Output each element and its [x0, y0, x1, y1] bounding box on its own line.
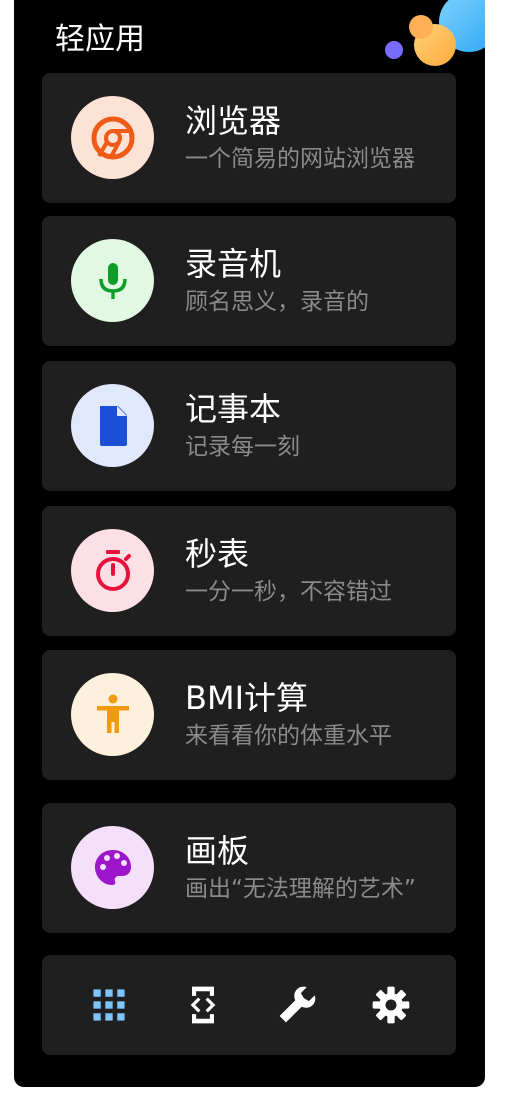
app-title: 录音机 — [185, 245, 282, 283]
accessibility-icon — [96, 694, 129, 733]
app-title: 画板 — [185, 832, 250, 870]
stopwatch-icon — [95, 549, 131, 591]
app-title: 记事本 — [185, 390, 282, 428]
app-icon-badge — [71, 529, 154, 612]
app-card-stopwatch[interactable]: 秒表 一分一秒，不容错过 — [42, 506, 456, 636]
app-title: 秒表 — [185, 535, 250, 573]
app-title: 浏览器 — [185, 102, 282, 140]
settings-gear-icon — [372, 986, 410, 1024]
bottom-toolbar — [42, 955, 456, 1055]
app-card-browser[interactable]: 浏览器 一个简易的网站浏览器 — [42, 73, 456, 203]
app-subtitle: 一分一秒，不容错过 — [185, 579, 392, 605]
decorative-bubble — [385, 41, 403, 59]
app-icon-badge — [71, 673, 154, 756]
chrome-icon — [91, 116, 134, 159]
app-icon-badge — [71, 239, 154, 322]
decorative-bubble — [409, 15, 433, 39]
app-card-drawing-board[interactable]: 画板 画出“无法理解的艺术” — [42, 803, 456, 933]
document-icon — [99, 405, 127, 446]
app-icon-badge — [71, 384, 154, 467]
developer-mode-icon — [190, 986, 216, 1024]
apps-button[interactable] — [85, 981, 133, 1029]
microphone-icon — [98, 262, 127, 299]
tools-button[interactable] — [273, 981, 321, 1029]
app-title: BMI计算 — [185, 679, 309, 717]
app-subtitle: 记录每一刻 — [185, 434, 300, 460]
app-card-bmi[interactable]: BMI计算 来看看你的体重水平 — [42, 650, 456, 780]
palette-icon — [94, 849, 131, 885]
app-subtitle: 画出“无法理解的艺术” — [185, 876, 416, 902]
page-title: 轻应用 — [55, 22, 145, 57]
developer-mode-button[interactable] — [179, 981, 227, 1029]
app-subtitle: 顾名思义，录音的 — [185, 289, 369, 315]
wrench-icon — [279, 986, 316, 1023]
app-card-recorder[interactable]: 录音机 顾名思义，录音的 — [42, 216, 456, 346]
app-card-notepad[interactable]: 记事本 记录每一刻 — [42, 361, 456, 491]
app-icon-badge — [71, 826, 154, 909]
app-icon-badge — [71, 96, 154, 179]
apps-grid-icon — [93, 989, 125, 1021]
app-subtitle: 一个简易的网站浏览器 — [185, 146, 415, 172]
app-subtitle: 来看看你的体重水平 — [185, 723, 392, 749]
app-screen: 轻应用 浏览器 一个简易的网站浏览器 录音机 顾名思义，录音的 记事本 记录每一… — [14, 0, 485, 1087]
settings-button[interactable] — [367, 981, 415, 1029]
